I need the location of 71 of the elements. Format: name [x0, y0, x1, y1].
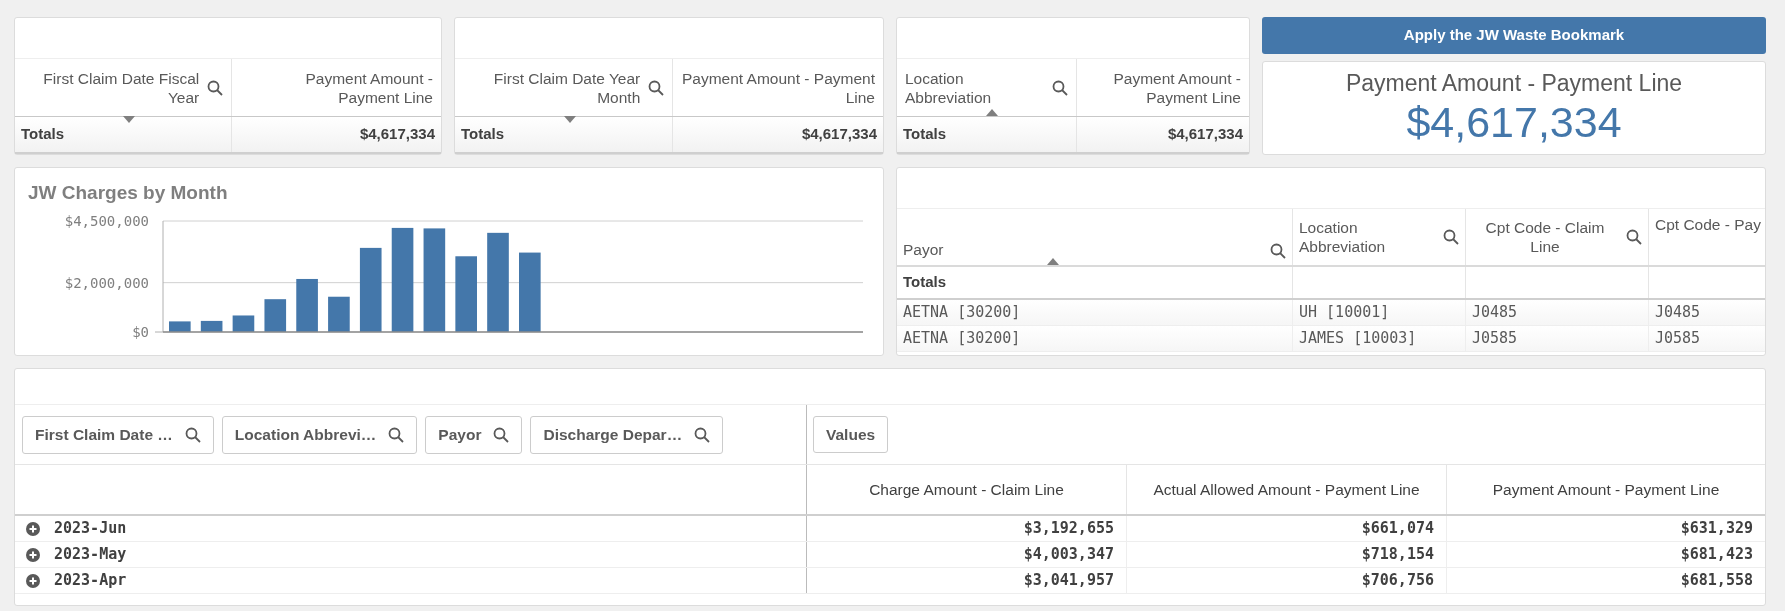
column-header[interactable]: Payment Amount - Payment Line: [681, 68, 875, 107]
search-icon[interactable]: [388, 426, 405, 443]
table-cell[interactable]: AETNA [30200]: [903, 301, 1021, 324]
search-icon[interactable]: [694, 426, 711, 443]
totals-value: $4,617,334: [359, 124, 435, 145]
table-cell[interactable]: J0585: [1655, 327, 1701, 350]
expand-icon[interactable]: [26, 573, 40, 588]
totals-value: $4,617,334: [801, 124, 877, 145]
table-cell-text: $706,756: [1361, 570, 1434, 592]
search-icon[interactable]: [1443, 229, 1459, 245]
bar[interactable]: [359, 247, 382, 332]
dimension-chip[interactable]: Discharge Depar…: [530, 415, 724, 454]
dimension-chip[interactable]: Location Abbrevi…: [221, 415, 418, 454]
table-cell[interactable]: AETNA [30200]: [903, 327, 1021, 350]
search-icon[interactable]: [1051, 79, 1068, 96]
expand-icon[interactable]: [26, 547, 40, 562]
column-header[interactable]: Payment Amount - Payment Line: [1492, 477, 1720, 502]
dimension-chip[interactable]: Payor: [425, 415, 523, 454]
table-cell-text: $661,074: [1361, 518, 1434, 540]
totals-value: $4,617,334: [1167, 124, 1243, 145]
row-label[interactable]: 2023-Jun: [54, 517, 127, 540]
kpi-value: $4,617,334: [1406, 97, 1622, 147]
search-icon[interactable]: [648, 79, 665, 96]
bar[interactable]: [328, 296, 350, 332]
row-label[interactable]: 2023-Apr: [54, 569, 127, 592]
values-chip[interactable]: Values: [813, 416, 889, 453]
column-header[interactable]: Charge Amount - Claim Line: [869, 477, 1064, 502]
table-cell[interactable]: J0485: [1655, 301, 1701, 324]
column-header[interactable]: Location Abbreviation: [905, 68, 1044, 107]
totals-label: Totals: [903, 272, 947, 293]
table-cell-text: $681,423: [1680, 544, 1753, 566]
search-icon[interactable]: [1270, 243, 1286, 259]
table-cell-text: $4,003,347: [1023, 544, 1114, 566]
column-header[interactable]: Location Abbreviation: [1299, 218, 1435, 256]
dimension-chip[interactable]: First Claim Date …: [22, 415, 214, 454]
row-label[interactable]: 2023-May: [54, 543, 127, 566]
totals-label: Totals: [903, 124, 947, 145]
table-cell[interactable]: J0585: [1472, 327, 1518, 350]
bar[interactable]: [264, 299, 287, 332]
table-cell-text: $718,154: [1361, 544, 1434, 566]
column-header[interactable]: First Claim Date Fiscal Year: [23, 68, 200, 107]
table-cell-text: $3,192,655: [1023, 518, 1114, 540]
bar[interactable]: [391, 227, 414, 332]
bar[interactable]: [200, 320, 223, 332]
y-tick-label: $2,000,000: [64, 274, 149, 291]
expand-icon[interactable]: [26, 521, 40, 536]
table-cell[interactable]: J0485: [1472, 301, 1518, 324]
y-tick-label: $0: [132, 324, 149, 340]
totals-label: Totals: [21, 124, 65, 145]
column-header[interactable]: Actual Allowed Amount - Payment Line: [1153, 477, 1420, 502]
kpi-title: Payment Amount - Payment Line: [1345, 69, 1683, 97]
bar[interactable]: [423, 228, 446, 332]
table-cell-text: $681,558: [1680, 570, 1753, 592]
chart-title: JW Charges by Month: [28, 181, 229, 205]
column-header[interactable]: Cpt Code - Pay: [1655, 209, 1761, 234]
bookmark-button[interactable]: Apply the JW Waste Bookmark: [1262, 17, 1766, 54]
column-header[interactable]: Payment Amount - Payment Line: [1084, 68, 1241, 107]
table-cell-text: $3,041,957: [1023, 570, 1114, 592]
search-icon[interactable]: [493, 426, 510, 443]
search-icon[interactable]: [184, 426, 201, 443]
table-cell-text: $631,329: [1680, 518, 1753, 540]
totals-label: Totals: [461, 124, 505, 145]
column-header[interactable]: Payment Amount - Payment Line: [240, 68, 433, 107]
search-icon[interactable]: [207, 79, 224, 96]
table-cell[interactable]: JAMES [10003]: [1299, 327, 1417, 350]
search-icon[interactable]: [1626, 229, 1642, 245]
table-cell[interactable]: UH [10001]: [1299, 301, 1390, 324]
column-header[interactable]: First Claim Date Year Month: [463, 68, 641, 107]
column-header[interactable]: Payor: [903, 240, 1262, 259]
column-header[interactable]: Cpt Code - Claim Line: [1472, 218, 1618, 256]
y-tick-label: $4,500,000: [64, 213, 149, 229]
